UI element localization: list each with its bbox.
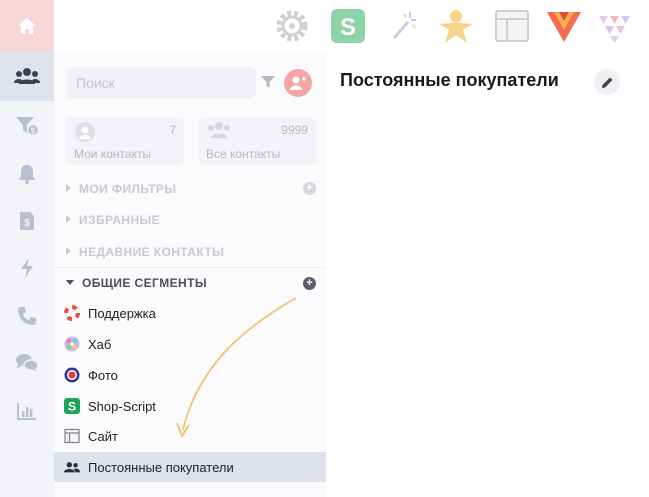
phone-icon: [18, 307, 36, 325]
collapsed-caret-icon: [66, 184, 71, 192]
segment-photo[interactable]: Фото: [54, 360, 326, 390]
all-contacts-card[interactable]: 9999 Все контакты: [198, 117, 316, 165]
plus-icon: +: [306, 182, 313, 194]
filter-money-icon: $: [16, 117, 39, 137]
v-logo-icon: [547, 12, 581, 42]
section-my-filters[interactable]: МОИ ФИЛЬТРЫ: [66, 182, 176, 196]
users-icon: [208, 122, 230, 138]
sparkle-icon: [392, 12, 417, 39]
add-filter-button[interactable]: +: [303, 182, 316, 195]
edit-segment-button[interactable]: [594, 69, 620, 95]
site-icon: [64, 428, 80, 444]
home-button[interactable]: [0, 0, 54, 51]
chat-icon: [16, 354, 39, 372]
add-contact-button[interactable]: [284, 69, 312, 97]
top-app-bar: S: [54, 0, 649, 51]
all-contacts-label: Все контакты: [206, 147, 281, 161]
segment-label: Фото: [88, 367, 118, 383]
settings-app-icon[interactable]: [273, 7, 311, 45]
person-app-icon[interactable]: [437, 7, 475, 45]
section-label: НЕДАВНИЕ КОНТАКТЫ: [79, 245, 225, 259]
segment-shop-script[interactable]: S Shop-Script: [54, 391, 326, 421]
segment-label: Сайт: [88, 428, 118, 444]
magic-app-icon[interactable]: [385, 7, 423, 45]
shop-script-icon: S: [331, 9, 365, 43]
segment-support[interactable]: Поддержка: [54, 298, 326, 328]
rail-contacts[interactable]: [0, 51, 54, 101]
collapsed-caret-icon: [66, 247, 71, 255]
divider: [54, 267, 326, 268]
rail-messages[interactable]: [0, 338, 54, 388]
app-nav-rail: $ $: [0, 0, 54, 497]
person-star-icon: [439, 10, 473, 43]
vendor-app-icon[interactable]: [545, 7, 583, 45]
collapsed-caret-icon: [66, 215, 71, 223]
window-icon: [495, 10, 529, 42]
section-recent-contacts[interactable]: НЕДАВНИЕ КОНТАКТЫ: [66, 245, 224, 259]
home-icon: [18, 17, 36, 34]
users-icon: [64, 459, 80, 475]
svg-text:$: $: [31, 127, 36, 136]
rail-calls[interactable]: [0, 291, 54, 341]
expanded-caret-icon: [66, 280, 74, 285]
segment-site[interactable]: Сайт: [54, 421, 326, 451]
section-label: ИЗБРАННЫЕ: [79, 213, 161, 227]
bell-icon: [19, 165, 35, 184]
segment-label: Поддержка: [88, 305, 156, 321]
shop-script-app-icon[interactable]: S: [329, 7, 367, 45]
segment-regular-customers[interactable]: Постоянные покупатели: [54, 452, 326, 482]
segment-hub[interactable]: Хаб: [54, 329, 326, 359]
my-contacts-count: 7: [169, 123, 176, 137]
users-icon: [14, 68, 40, 84]
shop-script-icon: S: [64, 398, 80, 414]
add-segment-button[interactable]: +: [303, 277, 316, 290]
svg-text:$: $: [24, 218, 30, 229]
search-input[interactable]: Поиск: [66, 67, 256, 99]
rail-automation[interactable]: [0, 243, 54, 293]
section-shared-segments[interactable]: ОБЩИЕ СЕГМЕНТЫ: [66, 276, 207, 290]
section-label: ОБЩИЕ СЕГМЕНТЫ: [82, 276, 207, 290]
funnel-icon[interactable]: [261, 75, 275, 89]
add-user-icon: [290, 76, 306, 90]
my-contacts-card[interactable]: 7 Мои контакты: [66, 117, 184, 165]
all-contacts-count: 9999: [281, 123, 308, 137]
triangles-icon: [599, 16, 630, 43]
gear-icon: [276, 10, 308, 42]
rail-reports[interactable]: [0, 386, 54, 436]
lightning-icon: [21, 258, 33, 278]
invoice-icon: $: [20, 212, 34, 230]
segment-label: Хаб: [88, 336, 112, 352]
lifebuoy-icon: [64, 305, 80, 321]
triangles-app-icon[interactable]: [597, 7, 635, 45]
segment-label: Shop-Script: [88, 398, 156, 414]
hub-icon: [64, 336, 80, 352]
rail-notifications[interactable]: [0, 149, 54, 199]
svg-text:S: S: [340, 14, 356, 41]
svg-text:S: S: [68, 400, 76, 414]
section-favorites[interactable]: ИЗБРАННЫЕ: [66, 213, 160, 227]
plus-icon: +: [306, 277, 313, 289]
bar-chart-icon: [17, 403, 36, 420]
avatar-icon: [75, 122, 95, 142]
page-title: Постоянные покупатели: [340, 70, 559, 90]
segment-label: Постоянные покупатели: [88, 459, 234, 475]
my-contacts-label: Мои контакты: [74, 147, 152, 161]
section-label: МОИ ФИЛЬТРЫ: [79, 182, 177, 196]
photo-icon: [64, 367, 80, 383]
rail-invoices[interactable]: $: [0, 196, 54, 246]
contacts-sidebar: Поиск 7 Мои контакты 9999 Все контакты М…: [54, 51, 326, 497]
rail-segments[interactable]: $: [0, 101, 54, 151]
site-app-icon[interactable]: [493, 7, 531, 45]
pencil-icon: [601, 77, 612, 88]
